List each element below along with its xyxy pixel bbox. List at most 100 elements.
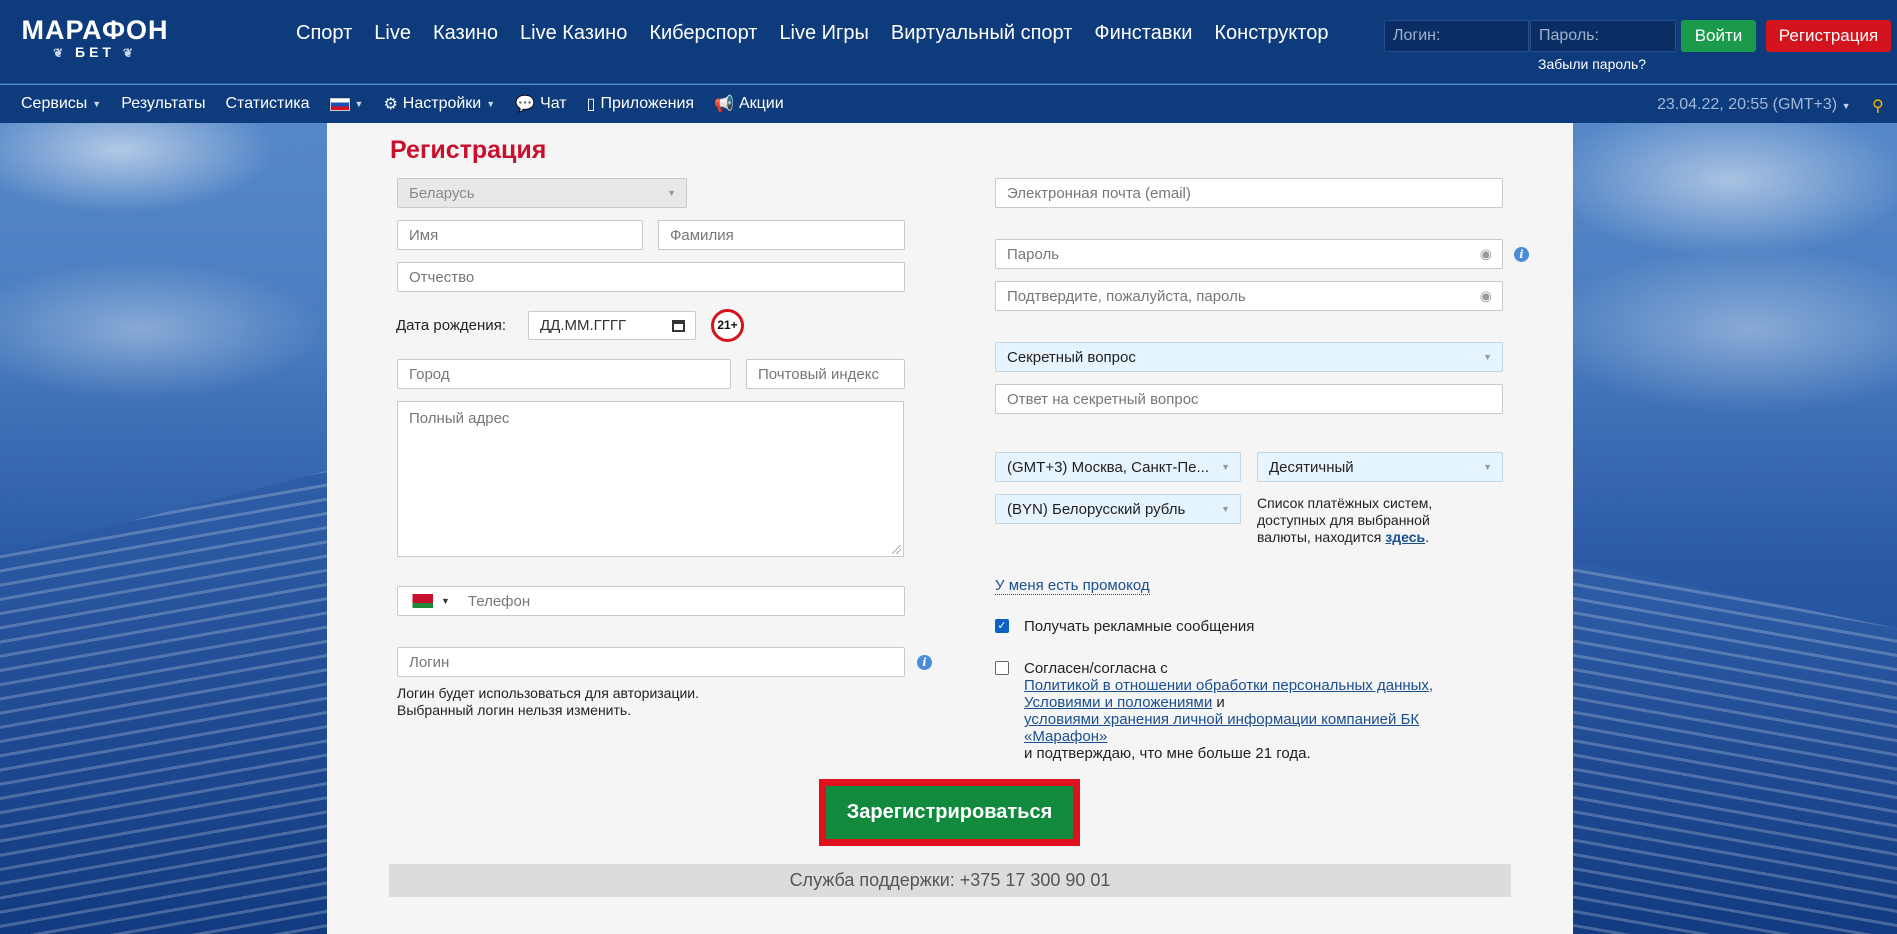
top-header: МАРАФОН ❦ БЕТ ❦ Спорт Live Казино Live К… [0, 0, 1897, 84]
payment-note: Список платёжных систем, доступных для в… [1257, 495, 1432, 546]
gear-icon: ⚙ [383, 96, 398, 113]
eye-icon[interactable]: ◉ [1480, 246, 1492, 263]
datetime-selector[interactable]: 23.04.22, 20:55 (GMT+3) ▼ [1657, 96, 1850, 114]
nav-esports[interactable]: Киберспорт [649, 22, 757, 45]
search-icon[interactable]: ⚲ [1872, 96, 1884, 116]
password-info-icon[interactable]: i [1514, 247, 1529, 262]
subnav-statistics-label: Статистика [225, 95, 310, 112]
agree-text: Согласен/согласна с Политикой в отношени… [1024, 660, 1464, 762]
laurel-icon: ❦ [122, 46, 137, 60]
subnav-settings[interactable]: ⚙ Настройки ▼ [383, 94, 495, 114]
caret-down-icon: ▼ [92, 99, 102, 109]
password-input[interactable]: Пароль ◉ [995, 239, 1503, 269]
ads-label: Получать рекламные сообщения [1024, 618, 1255, 635]
datetime-label: 23.04.22, 20:55 (GMT+3) [1657, 96, 1838, 113]
phone-icon: ▯ [586, 96, 596, 113]
payment-systems-link[interactable]: здесь [1385, 529, 1425, 545]
subnav-services[interactable]: Сервисы ▼ [21, 95, 101, 113]
nav-live[interactable]: Live [374, 22, 411, 45]
caret-down-icon: ▼ [1841, 101, 1851, 111]
ads-checkbox[interactable]: ✓ [995, 619, 1009, 633]
last-name-input[interactable]: Фамилия [658, 220, 905, 250]
login-button[interactable]: Войти [1681, 20, 1756, 52]
logo-text-top: МАРАФОН [21, 15, 169, 45]
caret-down-icon: ▼ [1221, 504, 1230, 514]
nav-finbets[interactable]: Финставки [1094, 22, 1192, 45]
calendar-icon[interactable] [672, 319, 685, 332]
postcode-input[interactable]: Почтовый индекс [746, 359, 905, 389]
nav-live-games[interactable]: Live Игры [779, 22, 868, 45]
city-input[interactable]: Город [397, 359, 731, 389]
phone-input[interactable]: ▼ Телефон [397, 586, 905, 616]
nav-live-casino[interactable]: Live Казино [520, 22, 627, 45]
address-placeholder: Полный адрес [409, 410, 510, 427]
nav-sport[interactable]: Спорт [296, 22, 352, 45]
odds-format-select[interactable]: Десятичный ▼ [1257, 452, 1503, 482]
first-name-input[interactable]: Имя [397, 220, 643, 250]
storage-terms-link[interactable]: условиями хранения личной информации ком… [1024, 711, 1419, 728]
storage-terms-link-2[interactable]: «Марафон» [1024, 728, 1107, 745]
login-input[interactable]: Логин [397, 647, 905, 677]
country-select[interactable]: Беларусь ▼ [397, 178, 687, 208]
subnav-statistics[interactable]: Статистика [225, 95, 309, 113]
caret-down-icon: ▼ [1221, 462, 1230, 472]
eye-icon[interactable]: ◉ [1480, 288, 1492, 305]
timezone-value: (GMT+3) Москва, Санкт-Пе... [1007, 458, 1209, 476]
payment-note-text: валюты, находится [1257, 529, 1382, 545]
caret-down-icon: ▼ [1483, 462, 1492, 472]
caret-down-icon[interactable]: ▼ [441, 596, 450, 606]
nav-virtual-sport[interactable]: Виртуальный спорт [891, 22, 1073, 45]
subnav-results-label: Результаты [121, 95, 206, 112]
subnav-chat-label: Чат [540, 95, 567, 112]
support-phone: Служба поддержки: +375 17 300 90 01 [389, 864, 1511, 897]
chat-icon: 💬 [515, 96, 536, 113]
agree-checkbox[interactable] [995, 661, 1009, 675]
payment-note-line-1: Список платёжных систем, [1257, 495, 1433, 511]
register-button[interactable]: Регистрация [1766, 20, 1891, 52]
nav-casino[interactable]: Казино [433, 22, 498, 45]
header-login-input[interactable]: Логин: [1384, 20, 1529, 52]
subnav-chat[interactable]: 💬 Чат [515, 94, 566, 114]
confirm-age-text: и подтверждаю, что мне больше 21 года. [1024, 745, 1311, 762]
subnav-promos[interactable]: 📢 Акции [714, 94, 784, 114]
submit-register-button[interactable]: Зарегистрироваться [826, 786, 1073, 839]
nav-constructor[interactable]: Конструктор [1214, 22, 1328, 45]
flag-by-icon[interactable] [409, 594, 433, 608]
laurel-icon: ❦ [53, 46, 68, 60]
secret-question-value: Секретный вопрос [1007, 348, 1136, 366]
sub-nav-bar: Сервисы ▼ Результаты Статистика ▼ ⚙ Настро… [0, 85, 1897, 123]
language-selector[interactable]: ▼ [329, 97, 363, 111]
privacy-policy-link[interactable]: Политикой в отношении обработки персонал… [1024, 677, 1433, 694]
timezone-select[interactable]: (GMT+3) Москва, Санкт-Пе... ▼ [995, 452, 1241, 482]
forgot-password-link[interactable]: Забыли пароль? [1538, 56, 1646, 72]
subnav-results[interactable]: Результаты [121, 95, 205, 113]
secret-question-select[interactable]: Секретный вопрос ▼ [995, 342, 1503, 372]
promo-code-link[interactable]: У меня есть промокод [995, 577, 1150, 595]
currency-select[interactable]: (BYN) Белорусский рубль ▼ [995, 494, 1241, 524]
dob-input[interactable]: ДД.ММ.ГГГГ [528, 311, 696, 340]
background-stadium-left [0, 470, 330, 934]
caret-down-icon: ▼ [1483, 352, 1492, 362]
header-password-input[interactable]: Пароль: [1530, 20, 1676, 52]
email-input[interactable]: Электронная почта (email) [995, 178, 1503, 208]
resize-grip-icon[interactable] [892, 545, 901, 554]
password-confirm-input[interactable]: Подтвердите, пожалуйста, пароль ◉ [995, 281, 1503, 311]
currency-value: (BYN) Белорусский рубль [1007, 500, 1186, 518]
patronymic-input[interactable]: Отчество [397, 262, 905, 292]
phone-placeholder: Телефон [467, 592, 531, 610]
login-note: Логин будет использоваться для авторизац… [397, 685, 699, 719]
caret-down-icon: ▼ [667, 188, 676, 198]
address-textarea[interactable]: Полный адрес [397, 401, 904, 557]
terms-link[interactable]: Условиями и положениями [1024, 694, 1212, 711]
logo[interactable]: МАРАФОН ❦ БЕТ ❦ [20, 16, 170, 61]
agree-label: Согласен/согласна с [1024, 660, 1168, 677]
subnav-apps[interactable]: ▯ Приложения [587, 94, 694, 114]
page-title: Регистрация [390, 136, 547, 164]
background-stadium-right [1567, 560, 1897, 934]
login-note-line-1: Логин будет использоваться для авторизац… [397, 685, 700, 701]
secret-answer-input[interactable]: Ответ на секретный вопрос [995, 384, 1503, 414]
dob-placeholder: ДД.ММ.ГГГГ [540, 317, 627, 334]
and-text: и [1216, 694, 1225, 711]
login-info-icon[interactable]: i [917, 655, 932, 670]
promo-row: У меня есть промокод [995, 577, 1150, 595]
